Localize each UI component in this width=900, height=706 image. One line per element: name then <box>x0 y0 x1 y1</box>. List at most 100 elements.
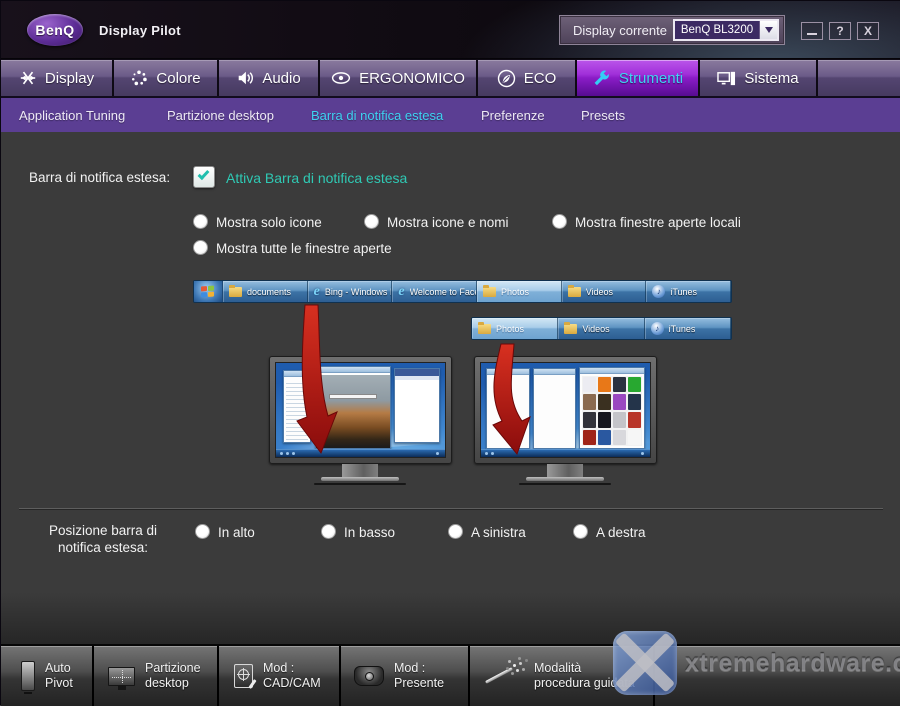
monitor-shadow <box>519 483 611 485</box>
bottom-bar-filler <box>655 646 900 706</box>
tab-strumenti[interactable]: Strumenti <box>577 60 698 96</box>
tab-label: Audio <box>262 70 300 87</box>
itunes-icon: ♪ <box>651 322 664 335</box>
tab-label: ERGONOMICO <box>359 70 465 87</box>
explorer-window <box>486 368 530 449</box>
gallery-window <box>579 367 645 450</box>
radio-label: In basso <box>344 525 395 540</box>
photo-thumbnails <box>582 376 642 447</box>
monitor-stand <box>342 464 378 477</box>
wrench-icon <box>592 69 611 88</box>
facebook-window <box>394 368 440 443</box>
benq-logo: BenQ <box>27 14 83 46</box>
radio-label: Mostra tutte le finestre aperte <box>216 241 392 256</box>
ie-icon: e <box>398 287 404 297</box>
radio-label: A destra <box>596 525 646 540</box>
desktop-partition-icon <box>108 667 135 686</box>
monitor-base <box>321 477 399 481</box>
color-dots-icon <box>130 69 148 87</box>
windows-start-orb <box>194 281 223 302</box>
taskbar-button: Photos <box>477 281 562 302</box>
folder-icon <box>564 324 577 334</box>
tab-label: ECO <box>524 70 557 87</box>
modalita-procedura-guidata-button[interactable]: Modalitàprocedura guidata <box>470 646 653 706</box>
windows-flag-icon <box>201 286 214 298</box>
mini-taskbar <box>481 449 650 457</box>
radio-mostra-icone-e-nomi[interactable] <box>364 214 379 229</box>
folder-icon <box>483 287 496 297</box>
monitor-preview-left <box>269 356 452 464</box>
subtab-presets[interactable]: Presets <box>581 108 625 123</box>
explorer-window <box>283 370 312 443</box>
folder-icon <box>229 287 242 297</box>
window-controls: ? X <box>801 22 879 40</box>
cad-document-icon <box>234 664 253 688</box>
subtab-partizione-desktop[interactable]: Partizione desktop <box>167 108 274 123</box>
taskbar-button: eBing - Windows I... <box>308 281 393 302</box>
close-button[interactable]: X <box>857 22 879 40</box>
taskbar-button: Photos <box>472 318 558 339</box>
monitor-screen <box>480 362 651 458</box>
section-divider <box>19 508 883 509</box>
tab-sistema[interactable]: Sistema <box>700 60 816 96</box>
app-title: Display Pilot <box>99 23 181 38</box>
eco-leaf-icon <box>497 69 516 88</box>
minimize-icon <box>807 33 817 35</box>
radio-label: A sinistra <box>471 525 526 540</box>
folder-icon <box>478 324 491 334</box>
main-tab-bar: Display Colore Audio ERGONOMICO ECO Stru… <box>1 59 900 96</box>
subtab-application-tuning[interactable]: Application Tuning <box>19 108 125 123</box>
taskbar-button: Videos <box>562 281 647 302</box>
enable-extended-taskbar-label: Attiva Barra di notifica estesa <box>226 170 407 186</box>
tab-label: Colore <box>156 70 200 87</box>
subtab-preferenze[interactable]: Preferenze <box>481 108 545 123</box>
taskbar-button: ♪iTunes <box>645 318 731 339</box>
monitor-base <box>526 477 604 481</box>
tab-colore[interactable]: Colore <box>114 60 217 96</box>
benq-display-pilot-window: BenQ Display Pilot Display corrente BenQ… <box>0 0 900 705</box>
radio-in-basso[interactable] <box>321 524 336 539</box>
taskbar-preview-full: documents eBing - Windows I... eWelcome … <box>193 280 732 303</box>
eye-icon <box>331 70 351 86</box>
tab-label: Display <box>45 70 94 87</box>
radio-label: Mostra finestre aperte locali <box>575 215 741 230</box>
speaker-icon <box>236 69 254 87</box>
system-icon <box>717 69 736 87</box>
itunes-icon: ♪ <box>652 285 665 298</box>
mod-presente-button[interactable]: Mod :Presente <box>341 646 468 706</box>
radio-label: Mostra icone e nomi <box>387 215 509 230</box>
minimize-button[interactable] <box>801 22 823 40</box>
radio-mostra-finestre-aperte-locali[interactable] <box>552 214 567 229</box>
help-button[interactable]: ? <box>829 22 851 40</box>
radio-a-sinistra[interactable] <box>448 524 463 539</box>
current-display-selector: Display corrente BenQ BL3200 <box>559 15 785 45</box>
display-select-dropdown[interactable]: BenQ BL3200 <box>673 19 779 41</box>
tab-label: Strumenti <box>619 70 683 87</box>
partizione-desktop-button[interactable]: Partizionedesktop <box>94 646 217 706</box>
dropdown-arrow-icon[interactable] <box>759 21 777 39</box>
sub-tab-bar: Application Tuning Partizione desktop Ba… <box>1 96 900 132</box>
radio-a-destra[interactable] <box>573 524 588 539</box>
explorer-window <box>533 368 577 449</box>
monitor-stand <box>547 464 583 477</box>
monitor-shadow <box>314 483 406 485</box>
ie-icon: e <box>314 287 320 297</box>
taskbar-button: documents <box>223 281 308 302</box>
browser-window <box>315 366 391 450</box>
section-label: Barra di notifica estesa: <box>29 170 170 185</box>
mod-cadcam-button[interactable]: Mod :CAD/CAM <box>219 646 339 706</box>
enable-extended-taskbar-checkbox[interactable] <box>193 166 215 188</box>
auto-pivot-button[interactable]: AutoPivot <box>1 646 92 706</box>
pivot-monitor-icon <box>21 661 35 691</box>
tab-display[interactable]: Display <box>1 60 112 96</box>
subtab-barra-notifica-estesa[interactable]: Barra di notifica estesa <box>311 108 443 123</box>
radio-in-alto[interactable] <box>195 524 210 539</box>
tab-audio[interactable]: Audio <box>219 60 318 96</box>
tab-ergonomico[interactable]: ERGONOMICO <box>320 60 476 96</box>
bottom-shortcut-bar: AutoPivot Partizionedesktop Mod :CAD/CAM… <box>1 644 900 706</box>
radio-mostra-tutte-le-finestre[interactable] <box>193 240 208 255</box>
radio-label: In alto <box>218 525 255 540</box>
tab-eco[interactable]: ECO <box>478 60 575 96</box>
tab-filler <box>818 60 900 96</box>
radio-mostra-solo-icone[interactable] <box>193 214 208 229</box>
